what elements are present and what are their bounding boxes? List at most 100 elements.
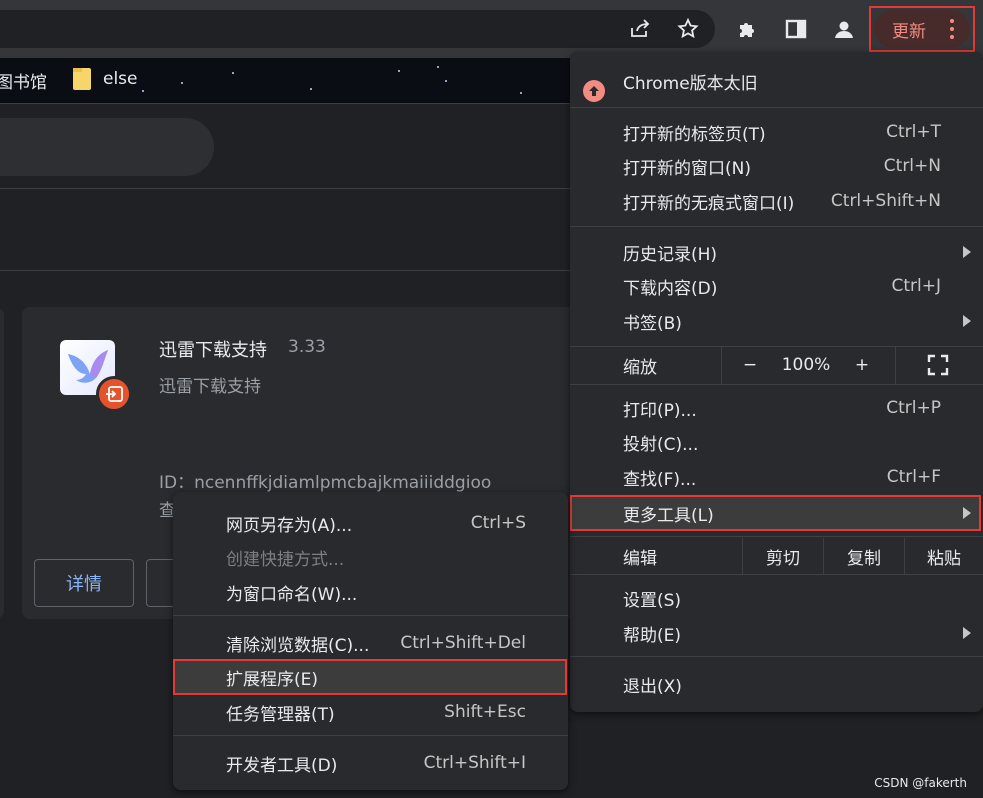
menu-item-shortcut: Ctrl+N — [883, 156, 941, 176]
extension-card-partial — [0, 308, 4, 618]
update-arrow-icon — [583, 80, 605, 102]
menu-separator — [570, 226, 983, 227]
share-icon[interactable] — [625, 14, 655, 44]
menu-separator — [173, 735, 568, 736]
installed-badge-icon — [96, 376, 132, 412]
extension-version: 3.33 — [288, 337, 326, 357]
menu-item-label: 更多工具(L) — [623, 505, 714, 526]
submenu-arrow-icon — [963, 627, 971, 639]
menu-item-label: 打开新的无痕式窗口(I) — [623, 193, 795, 214]
extension-id: ID：ncennffkjdiamlpmcbajkmaiiiddgioo — [159, 473, 492, 493]
details-button[interactable]: 详情 — [34, 559, 134, 607]
cut-button[interactable]: 剪切 — [743, 538, 823, 574]
menu-item-label: 打开新的窗口(N) — [623, 158, 751, 179]
side-panel-icon[interactable] — [781, 14, 811, 44]
submenu-item-name-window[interactable]: 为窗口命名(W)... — [173, 575, 568, 609]
update-button-highlight — [869, 6, 975, 52]
menu-item-shortcut: Ctrl+S — [470, 513, 526, 533]
bookmark-label: 图书馆 — [0, 73, 47, 93]
menu-item-new-tab[interactable]: 打开新的标签页(T) Ctrl+T — [570, 115, 983, 149]
menu-separator — [570, 107, 983, 108]
menu-item-shortcut: Ctrl+F — [886, 467, 941, 487]
menu-item-label: 设置(S) — [623, 590, 682, 611]
zoom-out-button[interactable]: − — [730, 348, 770, 382]
menu-item-label: 书签(B) — [623, 313, 682, 334]
address-bar[interactable] — [0, 10, 715, 48]
menu-item-label: 清除浏览数据(C)... — [226, 635, 370, 656]
menu-item-downloads[interactable]: 下载内容(D) Ctrl+J — [570, 269, 983, 303]
menu-item-cast[interactable]: 投射(C)... — [570, 425, 983, 459]
menu-item-label: 查找(F)... — [623, 469, 697, 490]
menu-item-update-chrome[interactable]: Chrome版本太旧 — [570, 64, 983, 102]
chrome-main-menu: Chrome版本太旧 打开新的标签页(T) Ctrl+T 打开新的窗口(N) Ctr… — [570, 52, 983, 712]
submenu-item-clear-data[interactable]: 清除浏览数据(C)... Ctrl+Shift+Del — [173, 626, 568, 660]
extension-description: 迅雷下载支持 — [159, 377, 261, 397]
menu-separator — [173, 615, 568, 616]
menu-item-new-incognito[interactable]: 打开新的无痕式窗口(I) Ctrl+Shift+N — [570, 184, 983, 218]
menu-item-label: 帮助(E) — [623, 625, 682, 646]
menu-item-label: 扩展程序(E) — [226, 669, 319, 690]
menu-item-history[interactable]: 历史记录(H) — [570, 235, 983, 269]
edit-row: 编辑 剪切 复制 粘贴 — [570, 538, 983, 574]
menu-item-bookmarks[interactable]: 书签(B) — [570, 304, 983, 338]
menu-item-shortcut: Ctrl+P — [886, 398, 941, 418]
menu-item-label: 打开新的标签页(T) — [623, 124, 766, 145]
browser-toolbar: 更新 — [0, 0, 983, 58]
submenu-item-create-shortcut: 创建快捷方式... — [173, 540, 568, 574]
paste-button[interactable]: 粘贴 — [905, 538, 983, 574]
menu-separator — [570, 656, 983, 657]
menu-item-shortcut: Ctrl+Shift+I — [423, 753, 526, 773]
menu-item-label: 下载内容(D) — [623, 278, 718, 299]
menu-item-shortcut: Ctrl+Shift+Del — [400, 633, 526, 653]
menu-item-label: Chrome版本太旧 — [623, 73, 758, 94]
menu-separator — [895, 346, 896, 384]
submenu-arrow-icon — [963, 246, 971, 258]
menu-item-exit[interactable]: 退出(X) — [570, 667, 983, 701]
bookmark-library[interactable]: 图书馆 — [0, 68, 47, 93]
menu-item-more-tools[interactable]: 更多工具(L) — [570, 496, 983, 530]
copy-button[interactable]: 复制 — [824, 538, 904, 574]
menu-item-label: 网页另存为(A)... — [226, 515, 353, 536]
menu-item-print[interactable]: 打印(P)... Ctrl+P — [570, 391, 983, 425]
menu-item-find[interactable]: 查找(F)... Ctrl+F — [570, 460, 983, 494]
bookmark-star-icon[interactable] — [673, 14, 703, 44]
bookmark-label: else — [103, 69, 138, 89]
zoom-label: 缩放 — [623, 357, 657, 378]
submenu-item-save-page[interactable]: 网页另存为(A)... Ctrl+S — [173, 506, 568, 540]
menu-item-help[interactable]: 帮助(E) — [570, 616, 983, 650]
bookmark-folder-else[interactable]: else — [73, 68, 138, 90]
folder-icon — [73, 68, 91, 90]
extensions-search-input[interactable] — [0, 118, 214, 176]
menu-item-label: 为窗口命名(W)... — [226, 584, 358, 605]
watermark: CSDN @fakerth — [874, 776, 967, 790]
menu-item-label: 开发者工具(D) — [226, 755, 338, 776]
profile-avatar-icon[interactable] — [829, 14, 859, 44]
zoom-in-button[interactable]: + — [842, 348, 882, 382]
submenu-arrow-icon — [963, 507, 971, 519]
extensions-puzzle-icon[interactable] — [733, 14, 763, 44]
menu-separator — [721, 346, 722, 384]
menu-item-label: 任务管理器(T) — [226, 704, 335, 725]
fullscreen-icon[interactable] — [920, 348, 956, 382]
menu-item-label: 打印(P)... — [623, 400, 697, 421]
edit-label: 编辑 — [623, 548, 657, 569]
menu-item-label: 投射(C)... — [623, 434, 699, 455]
submenu-item-task-manager[interactable]: 任务管理器(T) Shift+Esc — [173, 695, 568, 729]
menu-item-label: 退出(X) — [623, 676, 682, 697]
extension-name: 迅雷下载支持 — [159, 340, 267, 361]
menu-separator — [570, 384, 983, 385]
menu-item-shortcut: Ctrl+Shift+N — [830, 191, 941, 211]
submenu-item-extensions[interactable]: 扩展程序(E) — [173, 660, 568, 694]
more-tools-submenu: 网页另存为(A)... Ctrl+S 创建快捷方式... 为窗口命名(W)... … — [173, 492, 568, 790]
menu-item-shortcut: Ctrl+T — [886, 122, 941, 142]
submenu-arrow-icon — [963, 315, 971, 327]
menu-item-label: 创建快捷方式... — [226, 549, 345, 570]
menu-item-shortcut: Ctrl+J — [891, 276, 941, 296]
menu-item-new-window[interactable]: 打开新的窗口(N) Ctrl+N — [570, 149, 983, 183]
submenu-item-devtools[interactable]: 开发者工具(D) Ctrl+Shift+I — [173, 746, 568, 780]
menu-separator — [570, 574, 983, 575]
menu-item-label: 历史记录(H) — [623, 244, 718, 265]
zoom-level: 100% — [781, 355, 831, 375]
menu-item-settings[interactable]: 设置(S) — [570, 581, 983, 615]
zoom-row: 缩放 − 100% + — [570, 346, 983, 384]
